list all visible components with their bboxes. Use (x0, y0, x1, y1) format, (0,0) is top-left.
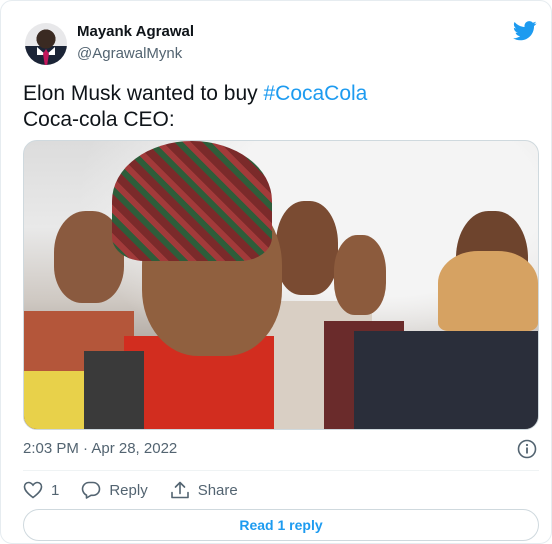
tweet-media-image[interactable] (23, 140, 539, 430)
reply-button[interactable]: Reply (81, 481, 148, 499)
author-name[interactable]: Mayank Agrawal (77, 23, 194, 40)
tweet-line-2: Coca-cola CEO: (23, 108, 175, 131)
tweet-text: Elon Musk wanted to buy #CocaCola Coca-c… (23, 81, 367, 133)
tweet-actions: 1 Reply Share (23, 479, 260, 501)
reply-icon (82, 481, 101, 499)
share-icon (170, 481, 189, 499)
hashtag-link[interactable]: #CocaCola (263, 82, 367, 105)
main-person-hat (112, 141, 272, 261)
person-right-body (354, 331, 538, 429)
tweet-timestamp[interactable]: 2:03 PM · Apr 28, 2022 (23, 440, 177, 457)
share-button[interactable]: Share (170, 481, 238, 499)
avatar[interactable] (25, 23, 67, 65)
avatar-tie (43, 49, 49, 65)
tweet-line-1: Elon Musk wanted to buy #CocaCola (23, 81, 367, 107)
share-label: Share (197, 481, 238, 499)
info-icon[interactable] (517, 439, 537, 459)
person-right-scarf (438, 251, 538, 331)
person-glasses-head (334, 235, 386, 315)
heart-icon (23, 481, 43, 499)
person-mid-head (276, 201, 338, 295)
tweet-card: Mayank Agrawal @AgrawalMynk Elon Musk wa… (0, 0, 552, 544)
like-count: 1 (51, 481, 60, 499)
reply-label: Reply (109, 481, 148, 499)
tweet-text-prefix: Elon Musk wanted to buy (23, 82, 264, 105)
author-handle[interactable]: @AgrawalMynk (77, 45, 182, 62)
main-person-strap (84, 351, 144, 429)
like-button[interactable]: 1 (23, 481, 59, 499)
twitter-bird-icon[interactable] (513, 21, 537, 41)
divider (23, 470, 539, 471)
read-replies-button[interactable]: Read 1 reply (23, 509, 539, 541)
